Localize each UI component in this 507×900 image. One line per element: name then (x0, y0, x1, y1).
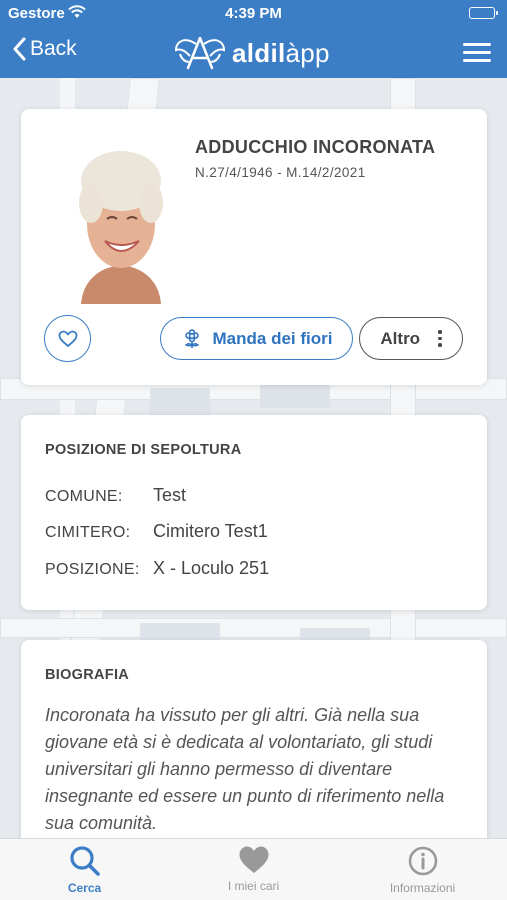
clock: 4:39 PM (225, 5, 282, 22)
row-label: POSIZIONE: (45, 561, 140, 578)
row-value: X - Loculo 251 (153, 558, 270, 578)
tab-label: Informazioni (389, 881, 456, 895)
burial-section-title: POSIZIONE DI SEPOLTURA (45, 442, 242, 458)
tab-label: I miei cari (227, 879, 280, 893)
back-button[interactable]: Back (12, 37, 77, 61)
send-flowers-button[interactable]: Manda dei fiori (160, 317, 353, 360)
heart-outline-icon (58, 330, 77, 347)
row-value: Cimitero Test1 (153, 521, 268, 541)
row-label: COMUNE: (45, 488, 123, 505)
tab-informazioni[interactable]: Informazioni (338, 839, 507, 900)
info-icon (408, 846, 437, 876)
more-options-button[interactable]: Altro (359, 317, 463, 360)
biography-section-title: BIOGRAFIA (45, 667, 130, 683)
deceased-name: ADDUCCHIO INCORONATA (195, 137, 436, 157)
flower-icon (184, 328, 199, 348)
back-label: Back (30, 37, 77, 60)
nav-bar: Back aldilàpp (0, 30, 507, 76)
biography-card: BIOGRAFIA Incoronata ha vissuto per gli … (21, 640, 487, 870)
burial-row-comune: COMUNE: Test (45, 485, 186, 506)
tab-i-miei-cari[interactable]: I miei cari (169, 839, 338, 900)
top-bar: Gestore 4:39 PM Back aldilàpp (0, 0, 507, 78)
row-label: CIMITERO: (45, 524, 131, 541)
send-flowers-label: Manda dei fiori (212, 328, 333, 348)
life-dates: N.27/4/1946 - M.14/2/2021 (195, 165, 366, 180)
more-options-label: Altro (380, 328, 421, 348)
angel-logo-icon (174, 36, 226, 70)
logo-text: aldilàpp (232, 37, 330, 68)
row-value: Test (153, 485, 187, 505)
search-icon (69, 846, 100, 876)
battery-icon (469, 7, 498, 19)
portrait-photo (61, 139, 181, 304)
burial-row-cimitero: CIMITERO: Cimitero Test1 (45, 521, 268, 542)
profile-card: ADDUCCHIO INCORONATA N.27/4/1946 - M.14/… (21, 109, 487, 385)
vertical-dots-icon (438, 330, 442, 347)
status-bar: Gestore 4:39 PM (0, 0, 507, 28)
burial-position-card: POSIZIONE DI SEPOLTURA COMUNE: Test CIMIT… (21, 415, 487, 610)
burial-row-posizione: POSIZIONE: X - Loculo 251 (45, 558, 269, 579)
chevron-left-icon (13, 37, 26, 61)
hamburger-menu-icon[interactable] (463, 43, 491, 63)
biography-text: Incoronata ha vissuto per gli altri. Già… (45, 705, 445, 833)
app-logo: aldilàpp (174, 34, 330, 72)
tab-bar: Cerca I miei cari Informazioni (0, 838, 507, 900)
heart-icon (239, 846, 268, 873)
favorite-button[interactable] (44, 315, 91, 362)
tab-cerca[interactable]: Cerca (0, 839, 169, 900)
tab-label: Cerca (67, 881, 102, 895)
